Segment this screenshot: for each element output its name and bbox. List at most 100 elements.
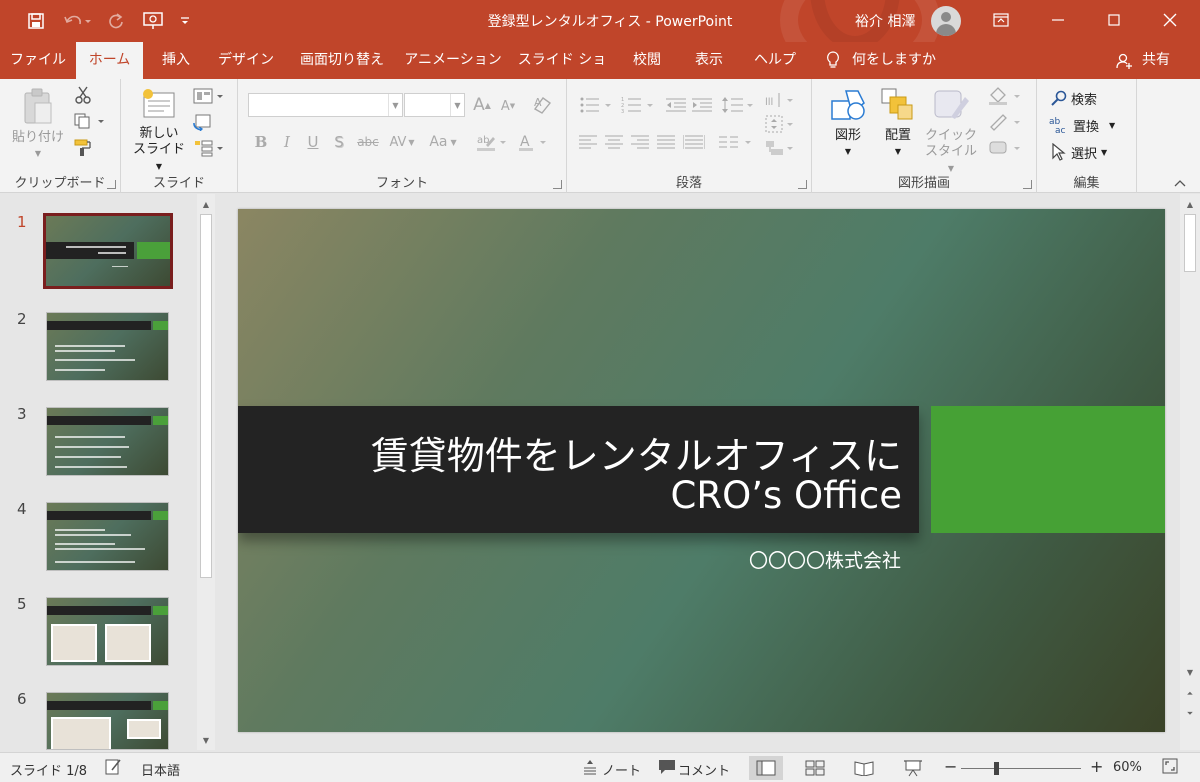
fit-to-window-icon[interactable] [1162, 758, 1178, 778]
thumbnail-scrollbar[interactable]: ▲ ▼ [197, 194, 215, 750]
slide-thumbnail-1[interactable] [43, 213, 173, 289]
tab-insert[interactable]: 挿入 [150, 42, 202, 79]
slide-thumbnail-5[interactable] [46, 597, 169, 666]
select-button[interactable]: 選択 ▼ [1051, 141, 1107, 163]
save-icon[interactable] [24, 9, 48, 33]
tab-file[interactable]: ファイル [6, 42, 70, 79]
normal-view-icon[interactable] [749, 756, 783, 780]
shape-fill-icon[interactable] [986, 85, 1026, 107]
font-color-icon[interactable]: A [516, 131, 552, 153]
layout-icon[interactable] [191, 85, 227, 107]
zoom-slider-track[interactable] [961, 768, 1081, 769]
slide-thumbnail-3[interactable] [46, 407, 169, 476]
undo-icon[interactable] [60, 9, 94, 33]
font-name-combo[interactable]: ▼ [248, 93, 403, 117]
slide-canvas[interactable]: 賃貸物件をレンタルオフィスに CRO’s Office 〇〇〇〇株式会社 [238, 209, 1165, 732]
shape-effects-icon[interactable] [986, 137, 1026, 159]
notes-icon[interactable] [582, 759, 598, 779]
columns-icon[interactable] [717, 131, 757, 153]
avatar[interactable] [931, 6, 961, 36]
justify-icon[interactable] [655, 131, 677, 153]
tell-me-input[interactable]: 何をしますか [852, 42, 944, 79]
increase-indent-icon[interactable] [691, 93, 713, 117]
slide-title-line2[interactable]: CRO’s Office [671, 474, 902, 517]
font-size-combo[interactable]: ▼ [404, 93, 465, 117]
editor-scrollbar-thumb[interactable] [1184, 214, 1196, 272]
character-spacing-icon[interactable]: AV ▼ [384, 131, 420, 153]
slide-sorter-view-icon[interactable] [798, 756, 832, 780]
slide-thumbnail-4[interactable] [46, 502, 169, 571]
scroll-up-icon[interactable]: ▲ [198, 196, 214, 212]
tab-view[interactable]: 表示 [682, 42, 736, 79]
customize-qat-icon[interactable] [176, 9, 194, 33]
strikethrough-icon[interactable]: abc [354, 131, 382, 153]
new-slide-button[interactable]: 新しい スライド ▼ [129, 87, 189, 175]
paragraph-dialog-launcher[interactable] [798, 180, 807, 189]
distributed-icon[interactable] [681, 131, 707, 153]
share-person-icon[interactable] [1112, 42, 1136, 79]
slide-thumbnail-2[interactable] [46, 312, 169, 381]
notes-button[interactable]: ノート [602, 760, 641, 779]
format-painter-icon[interactable] [72, 137, 94, 159]
redo-icon[interactable] [104, 9, 128, 33]
arrange-button[interactable]: 配置 ▼ [876, 87, 920, 160]
clipboard-dialog-launcher[interactable] [107, 180, 116, 189]
previous-slide-icon[interactable]: ⏶ [1182, 686, 1198, 702]
section-icon[interactable] [191, 137, 227, 159]
language-indicator[interactable]: 日本語 [141, 760, 180, 779]
zoom-in-icon[interactable]: + [1090, 757, 1103, 776]
shapes-button[interactable]: 図形 ▼ [822, 87, 874, 160]
user-name[interactable]: 裕介 相澤 [855, 11, 915, 31]
slide-subtitle[interactable]: 〇〇〇〇株式会社 [749, 546, 901, 573]
font-dialog-launcher[interactable] [553, 180, 562, 189]
decrease-indent-icon[interactable] [665, 93, 687, 117]
close-icon[interactable] [1142, 0, 1198, 40]
tab-slide-show[interactable]: スライド ショー [512, 42, 612, 105]
tab-home[interactable]: ホーム [76, 42, 143, 79]
scroll-down-icon[interactable]: ▼ [1182, 664, 1198, 680]
clear-formatting-icon[interactable]: A [530, 93, 556, 117]
text-direction-icon[interactable]: lll [763, 89, 797, 113]
copy-icon[interactable] [70, 111, 108, 131]
slide-title-line1[interactable]: 賃貸物件をレンタルオフィスに [371, 425, 902, 480]
shape-outline-icon[interactable] [986, 111, 1026, 133]
align-text-icon[interactable] [763, 113, 797, 135]
reading-view-icon[interactable] [847, 756, 881, 780]
comments-button[interactable]: コメント [678, 760, 730, 779]
tab-transitions[interactable]: 画面切り替え [290, 42, 394, 79]
line-spacing-icon[interactable] [719, 93, 757, 117]
zoom-level[interactable]: 60% [1113, 760, 1142, 775]
bold-icon[interactable]: B [250, 131, 272, 153]
replace-button[interactable]: ab ac 置換 ▼ [1049, 114, 1115, 136]
spelling-check-icon[interactable] [104, 758, 122, 780]
share-button[interactable]: 共有 [1138, 42, 1174, 79]
paste-button[interactable]: 貼り付け ▼ [8, 87, 68, 162]
collapse-ribbon-icon[interactable] [1170, 175, 1190, 191]
align-left-icon[interactable] [577, 131, 599, 153]
zoom-slider-thumb[interactable] [994, 762, 999, 775]
reset-slide-icon[interactable] [191, 111, 213, 133]
slide-show-view-icon[interactable] [896, 756, 930, 780]
drawing-dialog-launcher[interactable] [1023, 180, 1032, 189]
underline-icon[interactable]: U [302, 131, 324, 153]
tab-review[interactable]: 校閲 [622, 42, 672, 79]
thumbnail-scrollbar-thumb[interactable] [200, 214, 212, 578]
align-right-icon[interactable] [629, 131, 651, 153]
scroll-down-icon[interactable]: ▼ [198, 732, 214, 748]
quick-styles-button[interactable]: クイック スタイル ▼ [920, 87, 982, 177]
text-shadow-icon[interactable]: S [328, 131, 350, 153]
maximize-icon[interactable] [1086, 0, 1142, 40]
numbering-icon[interactable]: 123 [619, 93, 659, 117]
convert-to-smartart-icon[interactable] [763, 137, 797, 159]
tab-design[interactable]: デザイン [212, 42, 280, 79]
present-from-start-icon[interactable] [140, 9, 166, 33]
tab-animations[interactable]: アニメーション [404, 42, 502, 79]
tab-help[interactable]: ヘルプ [746, 42, 804, 79]
decrease-font-size-icon[interactable]: A ▼ [497, 95, 519, 117]
zoom-out-icon[interactable]: − [944, 757, 957, 776]
italic-icon[interactable]: I [276, 131, 298, 153]
scroll-up-icon[interactable]: ▲ [1182, 196, 1198, 212]
highlight-color-icon[interactable]: ab [474, 131, 510, 153]
paste-dropdown-arrow[interactable]: ▼ [8, 146, 68, 162]
minimize-icon[interactable] [1030, 0, 1086, 40]
